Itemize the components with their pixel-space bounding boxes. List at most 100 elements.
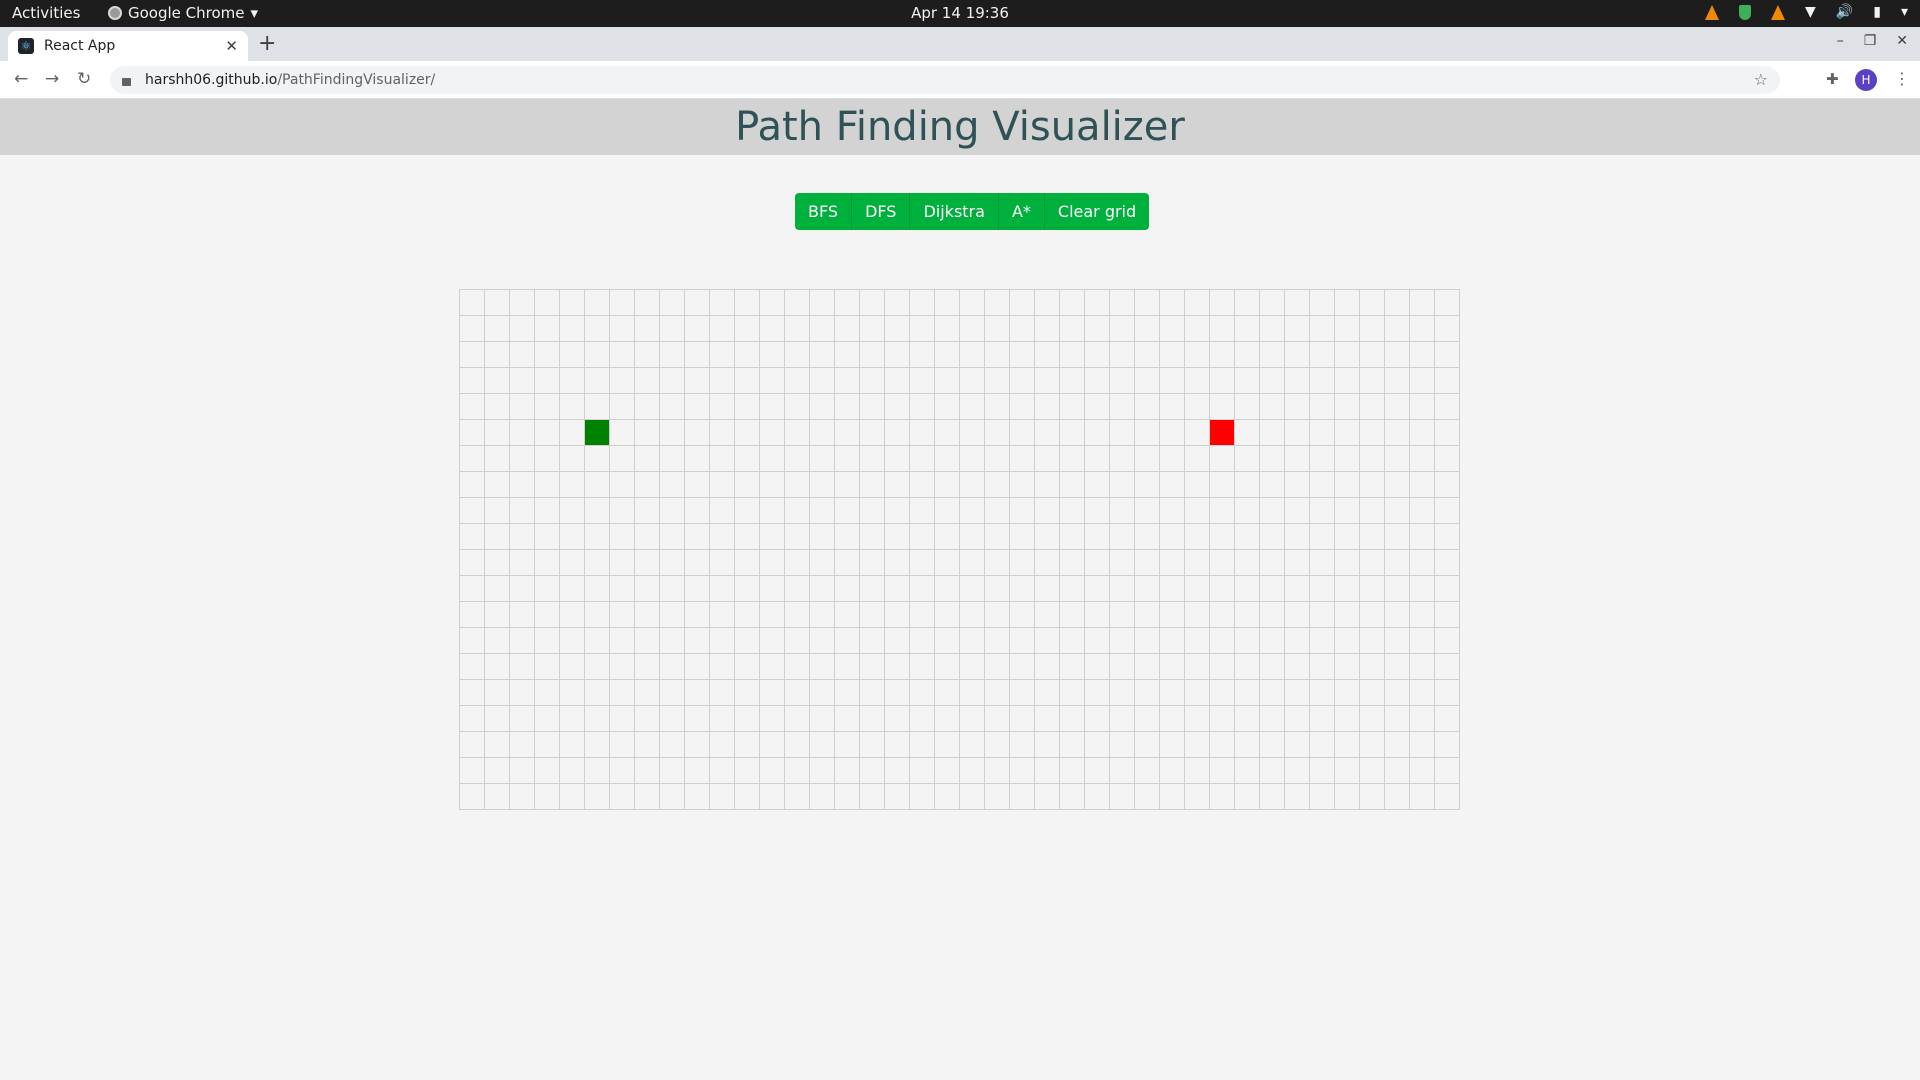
- grid-cell[interactable]: [785, 654, 810, 680]
- grid-cell[interactable]: [735, 498, 760, 524]
- grid-cell[interactable]: [735, 446, 760, 472]
- grid-cell[interactable]: [1010, 602, 1035, 628]
- grid-cell[interactable]: [760, 654, 785, 680]
- grid-cell[interactable]: [485, 368, 510, 394]
- grid-cell[interactable]: [485, 576, 510, 602]
- grid-cell[interactable]: [1285, 394, 1310, 420]
- grid-cell[interactable]: [1360, 576, 1385, 602]
- minimize-icon[interactable]: –: [1837, 33, 1844, 49]
- grid-cell[interactable]: [810, 472, 835, 498]
- grid-cell[interactable]: [1135, 758, 1160, 784]
- grid-cell[interactable]: [960, 576, 985, 602]
- grid-cell[interactable]: [1135, 316, 1160, 342]
- grid-cell[interactable]: [785, 446, 810, 472]
- grid-cell[interactable]: [635, 758, 660, 784]
- grid-cell[interactable]: [585, 368, 610, 394]
- grid-cell[interactable]: [835, 784, 860, 810]
- grid-cell[interactable]: [1085, 316, 1110, 342]
- grid-cell[interactable]: [1060, 290, 1085, 316]
- grid-cell[interactable]: [660, 550, 685, 576]
- grid-cell[interactable]: [885, 706, 910, 732]
- grid-cell[interactable]: [910, 680, 935, 706]
- grid-cell[interactable]: [1235, 706, 1260, 732]
- lock-icon[interactable]: [122, 78, 131, 86]
- tab-react-app[interactable]: ⚛ React App ✕: [8, 31, 248, 61]
- grid-cell[interactable]: [1360, 472, 1385, 498]
- grid-cell[interactable]: [1285, 628, 1310, 654]
- grid-cell[interactable]: [985, 394, 1010, 420]
- grid-cell[interactable]: [1035, 368, 1060, 394]
- grid-cell[interactable]: [1210, 758, 1235, 784]
- grid-cell[interactable]: [560, 680, 585, 706]
- grid-cell[interactable]: [960, 784, 985, 810]
- grid-cell[interactable]: [710, 576, 735, 602]
- grid-cell[interactable]: [1260, 472, 1285, 498]
- grid-cell[interactable]: [835, 602, 860, 628]
- grid-cell[interactable]: [510, 420, 535, 446]
- grid-cell[interactable]: [1310, 524, 1335, 550]
- grid-cell[interactable]: [960, 446, 985, 472]
- grid-cell[interactable]: [610, 446, 635, 472]
- grid-cell[interactable]: [510, 602, 535, 628]
- grid-cell[interactable]: [1310, 576, 1335, 602]
- grid-cell[interactable]: [1110, 628, 1135, 654]
- extensions-icon[interactable]: ✚: [1826, 70, 1839, 88]
- grid-cell[interactable]: [610, 628, 635, 654]
- grid-cell[interactable]: [685, 680, 710, 706]
- grid-cell[interactable]: [685, 576, 710, 602]
- grid-cell[interactable]: [610, 784, 635, 810]
- grid-cell[interactable]: [1335, 472, 1360, 498]
- grid-cell[interactable]: [1435, 784, 1460, 810]
- grid-cell[interactable]: [1335, 706, 1360, 732]
- grid-cell[interactable]: [1210, 524, 1235, 550]
- grid-cell[interactable]: [1360, 420, 1385, 446]
- grid-cell[interactable]: [885, 654, 910, 680]
- grid-cell[interactable]: [1035, 550, 1060, 576]
- system-menu-icon[interactable]: ▾: [1901, 4, 1908, 20]
- grid-cell[interactable]: [1335, 498, 1360, 524]
- grid-cell[interactable]: [735, 602, 760, 628]
- grid-cell[interactable]: [760, 576, 785, 602]
- grid-cell[interactable]: [885, 602, 910, 628]
- grid-cell[interactable]: [1060, 394, 1085, 420]
- grid-cell[interactable]: [1310, 732, 1335, 758]
- grid-cell[interactable]: [1185, 576, 1210, 602]
- grid-cell[interactable]: [1410, 368, 1435, 394]
- grid-cell[interactable]: [760, 446, 785, 472]
- grid-cell[interactable]: [1135, 394, 1160, 420]
- grid-cell[interactable]: [1285, 446, 1310, 472]
- grid-cell[interactable]: [1310, 394, 1335, 420]
- grid-cell[interactable]: [710, 732, 735, 758]
- grid-cell[interactable]: [1060, 732, 1085, 758]
- grid-cell[interactable]: [1085, 550, 1110, 576]
- grid-cell[interactable]: [785, 394, 810, 420]
- grid-cell[interactable]: [1010, 680, 1035, 706]
- grid-cell[interactable]: [760, 472, 785, 498]
- grid-cell[interactable]: [785, 342, 810, 368]
- grid-cell[interactable]: [660, 472, 685, 498]
- grid-cell[interactable]: [910, 602, 935, 628]
- grid-cell[interactable]: [1335, 602, 1360, 628]
- grid-cell[interactable]: [1260, 602, 1285, 628]
- grid-cell[interactable]: [1185, 290, 1210, 316]
- grid-cell[interactable]: [560, 420, 585, 446]
- grid-cell[interactable]: [1210, 784, 1235, 810]
- grid-cell[interactable]: [985, 602, 1010, 628]
- grid-cell[interactable]: [1135, 524, 1160, 550]
- grid-cell[interactable]: [1285, 290, 1310, 316]
- grid-cell[interactable]: [1160, 394, 1185, 420]
- grid-cell[interactable]: [1435, 368, 1460, 394]
- grid-cell[interactable]: [735, 368, 760, 394]
- grid-cell[interactable]: [985, 472, 1010, 498]
- grid-cell[interactable]: [985, 628, 1010, 654]
- grid-cell[interactable]: [1285, 420, 1310, 446]
- grid-cell[interactable]: [760, 706, 785, 732]
- grid-cell[interactable]: [960, 706, 985, 732]
- grid-cell[interactable]: [1410, 654, 1435, 680]
- grid-cell[interactable]: [1110, 706, 1135, 732]
- grid-cell[interactable]: [710, 316, 735, 342]
- grid-cell[interactable]: [510, 316, 535, 342]
- grid-cell[interactable]: [560, 706, 585, 732]
- grid-cell[interactable]: [1260, 342, 1285, 368]
- grid-cell[interactable]: [1085, 498, 1110, 524]
